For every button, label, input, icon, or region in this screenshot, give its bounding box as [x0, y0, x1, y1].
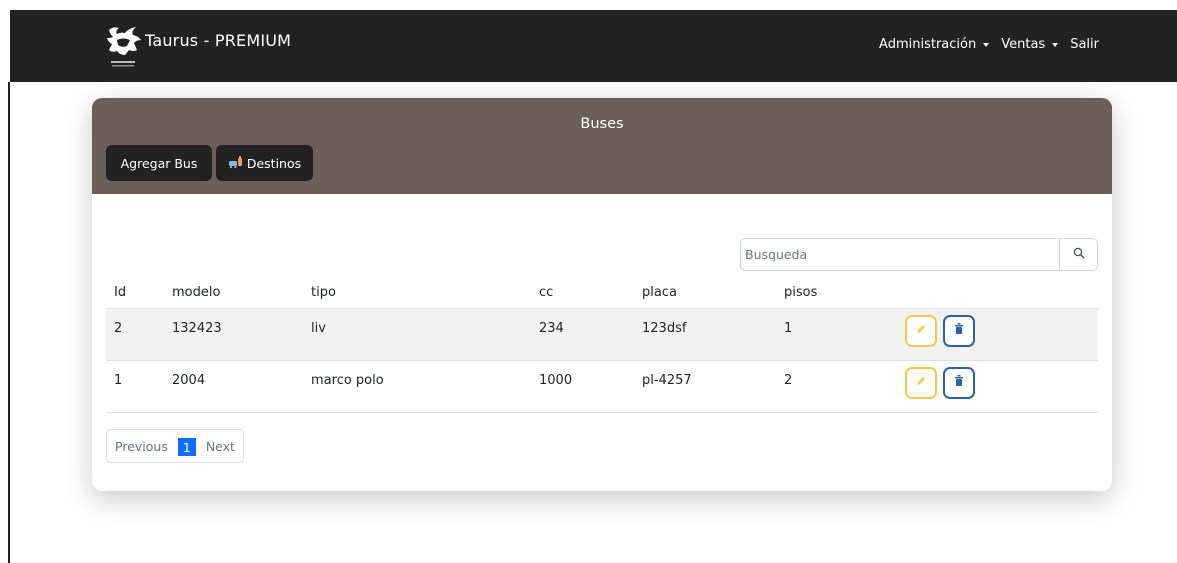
- cell-pisos: 2: [784, 372, 793, 388]
- pagination-page-current[interactable]: 1: [177, 438, 196, 456]
- cell-actions: [897, 308, 1098, 360]
- edit-button[interactable]: [905, 314, 937, 347]
- search-group: [740, 238, 1098, 271]
- cell-actions: [897, 360, 1098, 412]
- destinos-label: Destinos: [246, 155, 302, 171]
- search-icon: [1073, 247, 1085, 262]
- search-input[interactable]: [741, 239, 1059, 270]
- nav-item-label: Ventas: [1001, 37, 1046, 52]
- navbar: Taurus - PREMIUM Administración Ventas S…: [10, 10, 1177, 82]
- destinos-button[interactable]: Destinos: [216, 145, 313, 181]
- cell-pisos: 1: [776, 308, 897, 360]
- pencil-icon: [916, 375, 926, 390]
- row-actions: [905, 314, 1098, 347]
- delete-button[interactable]: [943, 314, 975, 347]
- caret-down-icon: [1052, 42, 1059, 47]
- nav-item-label: Administración: [879, 37, 977, 52]
- bull-logo-icon: [103, 24, 145, 70]
- nav-item-administracion[interactable]: Administración: [879, 37, 990, 52]
- delete-button[interactable]: [943, 366, 975, 399]
- cell-tipo: marco polo: [311, 372, 384, 388]
- cell-placa: 123dsf: [634, 308, 776, 360]
- cell-tipo: liv: [303, 308, 531, 360]
- caret-down-icon: [983, 42, 990, 47]
- bus-icon: [228, 155, 247, 172]
- card-header: Buses Agregar Bus Destinos: [92, 98, 1112, 194]
- agregar-bus-button[interactable]: Agregar Bus: [106, 145, 212, 181]
- cell-id: 1: [114, 372, 123, 388]
- table-header-row: Id modelo tipo cc placa pisos: [106, 278, 1098, 308]
- search-button[interactable]: [1059, 239, 1097, 270]
- column-header-modelo: modelo: [172, 285, 221, 301]
- column-header-placa: placa: [642, 285, 677, 301]
- column-header-cc: cc: [539, 285, 554, 301]
- cell-placa: pl-4257: [642, 372, 692, 388]
- edit-button[interactable]: [905, 366, 937, 399]
- column-header-id: Id: [114, 285, 127, 301]
- nav-item-ventas[interactable]: Ventas: [1001, 37, 1059, 52]
- buses-table: Id modelo tipo cc placa pisos 2 132423 l…: [106, 278, 1098, 413]
- table-row: 1 2004 marco polo 1000 pl-4257 2: [106, 360, 1098, 412]
- cell-cc: 1000: [539, 372, 573, 388]
- cell-cc: 234: [531, 308, 634, 360]
- cell-id: 2: [106, 308, 164, 360]
- nav-item-label: Salir: [1070, 37, 1099, 52]
- nav-menu: Administración Ventas Salir: [879, 37, 1099, 52]
- brand-title: Taurus - PREMIUM: [145, 30, 292, 50]
- window-edge: [8, 82, 10, 563]
- column-header-tipo: tipo: [311, 285, 336, 301]
- pencil-icon: [916, 323, 926, 338]
- row-actions: [905, 366, 1098, 399]
- pagination-previous[interactable]: Previous: [107, 430, 176, 462]
- pagination: Previous 1 Next: [106, 429, 244, 463]
- brand[interactable]: Taurus - PREMIUM: [103, 22, 291, 72]
- trash-icon: [954, 323, 964, 338]
- column-header-pisos: pisos: [784, 285, 818, 301]
- pagination-next[interactable]: Next: [198, 430, 243, 462]
- cell-modelo: 2004: [172, 372, 206, 388]
- column-header-actions: [897, 278, 1098, 308]
- table-row: 2 132423 liv 234 123dsf 1: [106, 308, 1098, 360]
- card-title: Buses: [580, 116, 624, 132]
- buses-card: Buses Agregar Bus Destinos Busqueda Id m…: [92, 98, 1112, 491]
- nav-item-salir[interactable]: Salir: [1070, 37, 1099, 52]
- cell-modelo: 132423: [164, 308, 303, 360]
- trash-icon: [954, 375, 964, 390]
